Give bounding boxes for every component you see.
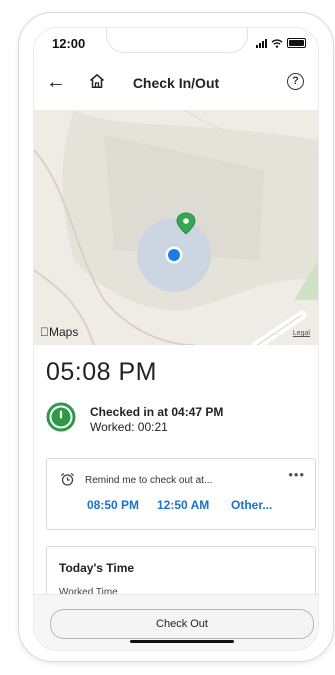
help-icon[interactable]: ?	[287, 73, 304, 90]
wifi-icon	[271, 38, 283, 48]
map-view[interactable]: Maps Legal	[34, 110, 318, 345]
reminder-card: Remind me to check out at... ••• 08:50 P…	[46, 458, 316, 530]
phone-frame: 12:00 ← Check In/Out ? Maps Legal 05:08 …	[18, 12, 334, 662]
notch	[106, 28, 248, 53]
checkin-status-text: Checked in at 04:47 PM	[90, 405, 224, 419]
apple-maps-logo: Maps	[40, 325, 78, 339]
worked-duration: Worked: 00:21	[90, 420, 168, 434]
remind-option-1250am[interactable]: 12:50 AM	[157, 498, 209, 512]
checkin-status-icon	[46, 402, 76, 432]
map-legal-link[interactable]: Legal	[293, 330, 310, 337]
status-bar: 12:00	[34, 28, 318, 62]
battery-icon	[287, 38, 306, 48]
signal-icon	[256, 38, 267, 48]
app-screen: 12:00 ← Check In/Out ? Maps Legal 05:08 …	[33, 27, 319, 651]
reminder-prompt: Remind me to check out at...	[85, 475, 213, 486]
more-icon[interactable]: •••	[288, 467, 305, 482]
home-indicator	[130, 640, 234, 643]
status-icons	[256, 38, 306, 48]
page-title: Check In/Out	[132, 75, 220, 91]
remind-option-other[interactable]: Other...	[231, 498, 272, 512]
current-time: 05:08 PM	[46, 358, 158, 386]
todays-time-title: Today's Time	[59, 561, 135, 575]
user-location-icon	[137, 218, 211, 292]
alarm-clock-icon	[61, 473, 74, 486]
status-time: 12:00	[52, 36, 86, 51]
check-out-button[interactable]: Check Out	[50, 609, 314, 639]
top-nav: ← Check In/Out ?	[34, 64, 318, 104]
map-graphic	[34, 110, 318, 345]
remind-option-0850pm[interactable]: 08:50 PM	[87, 498, 139, 512]
